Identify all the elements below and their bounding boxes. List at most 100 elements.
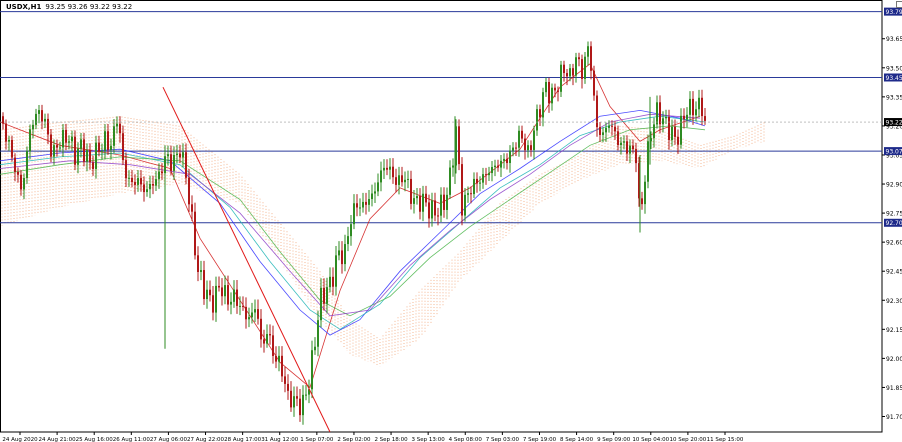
candle-body [563,64,565,74]
candle-body [74,136,76,165]
candle-body [395,177,397,185]
candle-body [458,126,460,165]
candle-body [323,287,325,304]
candle-body [389,166,391,170]
candle-body [443,194,445,210]
candle-body [47,118,49,135]
candle-body [440,194,442,216]
candle-body [188,177,190,205]
candle-body [566,73,568,77]
candle-body [398,175,400,185]
candle-body [569,68,571,77]
chart-corner-button[interactable] [896,1,902,8]
candle-body [470,193,472,195]
candle-body [62,129,64,148]
candle-body [548,81,550,104]
candle-body [626,141,628,154]
y-axis-tick-label: 91.85 [886,385,902,392]
level-price-badge-label: 93.79 [886,9,902,16]
y-axis-tick-label: 92.75 [886,211,902,218]
y-axis-tick-label: 92.60 [886,240,902,247]
candle-body [332,276,334,287]
candle-body [197,255,199,272]
candle-body [434,200,436,216]
candle-body [503,158,505,161]
candle-body [494,165,496,168]
candle-body [128,177,130,179]
y-axis-tick-label: 93.65 [886,36,902,43]
candle-body [629,145,631,154]
candle-body [110,145,112,150]
candle-body [602,132,604,135]
candle-body [326,287,328,304]
candle-body [344,244,346,265]
candle-body [338,250,340,256]
candle-body [311,350,313,390]
candle-body [407,178,409,180]
candle-body [374,191,376,194]
candle-body [599,127,601,135]
candle-body [692,98,694,116]
candle-body [77,148,79,165]
candle-body [488,173,490,176]
candle-body [104,131,106,151]
candle-body [89,150,91,163]
candle-body [185,152,187,178]
candle-body [83,139,85,162]
candle-body [446,194,448,210]
candle-body [107,131,109,150]
candle-body [419,196,421,212]
candle-body [635,149,637,164]
candle-body [500,160,502,168]
y-axis-tick-label: 93.50 [886,65,902,72]
candle-body [509,150,511,164]
candle-body [191,204,193,212]
candle-body [365,201,367,205]
candle-body [17,171,19,175]
candle-body [215,285,217,313]
candle-body [137,178,139,185]
candle-body [239,305,241,307]
candle-body [260,318,262,340]
candle-body [614,126,616,132]
candle-body [356,203,358,208]
candle-body [350,224,352,237]
candle-body [539,109,541,118]
candle-body [521,130,523,139]
candle-body [401,175,403,183]
candle-body [380,170,382,183]
candle-body [80,139,82,149]
y-axis-tick-label: 92.15 [886,327,902,334]
x-axis-tick-label: 24 Aug 21:00 [39,437,77,442]
candle-body [536,109,538,131]
candle-body [575,57,577,76]
candle-body [584,56,586,79]
candle-body [677,136,679,145]
candle-body [95,142,97,169]
x-axis-tick-label: 31 Aug 12:00 [261,437,299,442]
candle-body [557,90,559,92]
x-axis-tick-label: 9 Sep 09:00 [597,437,631,442]
candle-body [131,177,133,183]
candle-body [431,200,433,219]
chart-area[interactable]: USDX,H1 93.25 93.26 93.22 93.22 93.65 93.5… [0,0,902,442]
candle-body [593,70,595,96]
candle-body [704,116,706,121]
candle-body [644,181,646,205]
candle-body [512,147,514,151]
candle-body [245,306,247,320]
candle-body [680,115,682,145]
candle-body [368,199,370,205]
candle-body [605,127,607,133]
price-chart[interactable]: 93.6593.5093.3593.2093.0592.9092.7592.60… [0,0,902,442]
candle-body [146,189,148,193]
candle-body [152,183,154,186]
x-axis-tick-label: 26 Aug 11:00 [113,437,151,442]
y-axis-tick-label: 92.45 [886,269,902,276]
candle-body [212,295,214,313]
candle-body [2,116,4,124]
candle-body [101,150,103,152]
candle-body [314,346,316,351]
candle-body [674,126,676,137]
candle-body [647,141,649,182]
